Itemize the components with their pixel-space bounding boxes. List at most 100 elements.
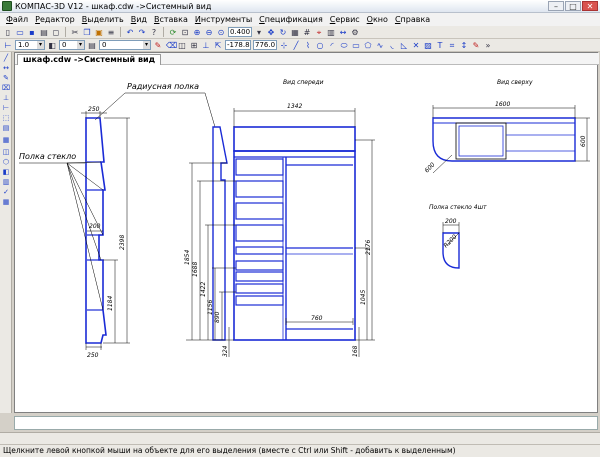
paste-icon[interactable]: ▣: [94, 27, 104, 37]
zoom-all-icon[interactable]: ⊙: [216, 27, 226, 37]
dim-top-radius: 600: [423, 161, 436, 174]
text-icon[interactable]: T: [435, 40, 445, 50]
measure-tool-icon[interactable]: ⊢: [1, 104, 11, 113]
show-all-icon[interactable]: ▦: [290, 27, 300, 37]
menu-window[interactable]: Окно: [367, 15, 388, 24]
layer-combo[interactable]: 0 ▾: [59, 40, 85, 50]
segment-icon[interactable]: ╱: [291, 40, 301, 50]
elements-tool-icon[interactable]: ◫: [1, 148, 11, 157]
pan-icon[interactable]: ✥: [266, 27, 276, 37]
zoom-window-icon[interactable]: ⊡: [180, 27, 190, 37]
spline-icon[interactable]: ∿: [375, 40, 385, 50]
snap-icon[interactable]: ⌖: [314, 27, 324, 37]
zoom-out-icon[interactable]: ⊖: [204, 27, 214, 37]
menu-select[interactable]: Выделить: [82, 15, 124, 24]
rectangle-icon[interactable]: ▭: [351, 40, 361, 50]
editing-tool-icon[interactable]: ⌧: [1, 84, 11, 93]
eraser-icon[interactable]: ⌫: [165, 40, 177, 50]
menu-view[interactable]: Вид: [131, 15, 147, 24]
dim-front-168: 168: [352, 345, 359, 357]
drawing-canvas[interactable]: Радиусная полка Полка стекло Вид спереди…: [15, 65, 597, 412]
redo-icon[interactable]: ↷: [137, 27, 147, 37]
menu-edit[interactable]: Редактор: [35, 15, 75, 24]
scale-dropdown-icon[interactable]: ▾: [254, 27, 264, 37]
new-document-icon[interactable]: ▯: [3, 27, 13, 37]
cursor-icon[interactable]: ⇱: [213, 40, 223, 50]
mark-tool-icon[interactable]: ✓: [1, 188, 11, 197]
local-cs-icon[interactable]: ⊞: [189, 40, 199, 50]
fillet-icon[interactable]: ◟: [387, 40, 397, 50]
menu-tools[interactable]: Инструменты: [195, 15, 252, 24]
chamfer-icon[interactable]: ◺: [399, 40, 409, 50]
minimize-icon[interactable]: –: [548, 1, 564, 11]
copy-icon[interactable]: ❐: [82, 27, 92, 37]
open-icon[interactable]: ▭: [15, 27, 25, 37]
rotate-view-icon[interactable]: ↻: [278, 27, 288, 37]
library-icon[interactable]: ▥: [326, 27, 336, 37]
preview-icon[interactable]: ◻: [51, 27, 61, 37]
pencil-icon[interactable]: ✎: [153, 40, 163, 50]
spec-tool-icon[interactable]: ▤: [1, 124, 11, 133]
app-icon: [2, 1, 12, 11]
draw-icon[interactable]: ✎: [471, 40, 481, 50]
dim-front-2176: 2176: [365, 240, 372, 255]
cut-icon[interactable]: ✂: [70, 27, 80, 37]
reports-tool-icon[interactable]: ▦: [1, 136, 11, 145]
settings-icon[interactable]: ⚙: [350, 27, 360, 37]
menu-help[interactable]: Справка: [395, 15, 430, 24]
library-tool-icon[interactable]: ▥: [1, 178, 11, 187]
line-style-icon[interactable]: ⊢: [3, 40, 13, 50]
line-width-combo[interactable]: 1.0 ▾: [15, 40, 45, 50]
ellipse-icon[interactable]: ⬭: [339, 40, 349, 50]
polygon-icon[interactable]: ⬠: [363, 40, 373, 50]
coord-x-field[interactable]: -178.8: [225, 40, 251, 50]
menu-insert[interactable]: Вставка: [154, 15, 188, 24]
coord-y-field[interactable]: 776.0: [253, 40, 277, 50]
save-icon[interactable]: ▪: [27, 27, 37, 37]
drawing-svg: Радиусная полка Полка стекло Вид спереди…: [19, 79, 590, 359]
properties-icon[interactable]: ≡: [106, 27, 116, 37]
refresh-icon[interactable]: ⟳: [168, 27, 178, 37]
point-icon[interactable]: ⊹: [279, 40, 289, 50]
symbols-tool-icon[interactable]: ✎: [1, 74, 11, 83]
close-icon[interactable]: ✕: [582, 1, 598, 11]
help-icon[interactable]: ?: [149, 27, 159, 37]
radius-shelf-label: Радиусная полка: [127, 82, 199, 91]
window-controls: – □ ✕: [548, 1, 598, 11]
dim-front-1156: 1156: [207, 300, 214, 315]
menu-specification[interactable]: Спецификация: [259, 15, 323, 24]
fragment-tool-icon[interactable]: ⬡: [1, 158, 11, 167]
arc-icon[interactable]: ◜: [327, 40, 337, 50]
snap-grid-icon[interactable]: ⌗: [447, 40, 457, 50]
side-profile: [19, 92, 216, 350]
separator: [163, 27, 164, 37]
selection-tool-icon[interactable]: ⬚: [1, 114, 11, 123]
table-tool-icon[interactable]: ▦: [1, 198, 11, 207]
dimension-icon[interactable]: ↕: [459, 40, 469, 50]
grid-icon[interactable]: #: [302, 27, 312, 37]
circle-icon[interactable]: ○: [315, 40, 325, 50]
menu-service[interactable]: Сервис: [330, 15, 360, 24]
maximize-icon[interactable]: □: [565, 1, 581, 11]
geometry-tool-icon[interactable]: ╱: [1, 54, 11, 63]
layer-manager-icon[interactable]: ▤: [87, 40, 97, 50]
view-manager-icon[interactable]: ◫: [177, 40, 187, 50]
undo-icon[interactable]: ↶: [125, 27, 135, 37]
document-tab[interactable]: шкаф.cdw ->Системный вид: [17, 54, 162, 65]
polyline-icon[interactable]: ⌇: [303, 40, 313, 50]
ortho-icon[interactable]: ⊥: [201, 40, 211, 50]
layer-icon[interactable]: ◧: [47, 40, 57, 50]
zoom-in-icon[interactable]: ⊕: [192, 27, 202, 37]
more-icon[interactable]: »: [483, 40, 493, 50]
view-tool-icon[interactable]: ◧: [1, 168, 11, 177]
measure-icon[interactable]: ↔: [338, 27, 348, 37]
trim-icon[interactable]: ✕: [411, 40, 421, 50]
dimensions-tool-icon[interactable]: ↔: [1, 64, 11, 73]
menu-file[interactable]: Файл: [6, 15, 28, 24]
properties-panel[interactable]: [14, 416, 598, 430]
scale-field[interactable]: 0.400: [228, 27, 252, 37]
parametrization-tool-icon[interactable]: ⊥: [1, 94, 11, 103]
hatch-icon[interactable]: ▨: [423, 40, 433, 50]
print-icon[interactable]: ▤: [39, 27, 49, 37]
style-combo[interactable]: 0 ▾: [99, 40, 151, 50]
